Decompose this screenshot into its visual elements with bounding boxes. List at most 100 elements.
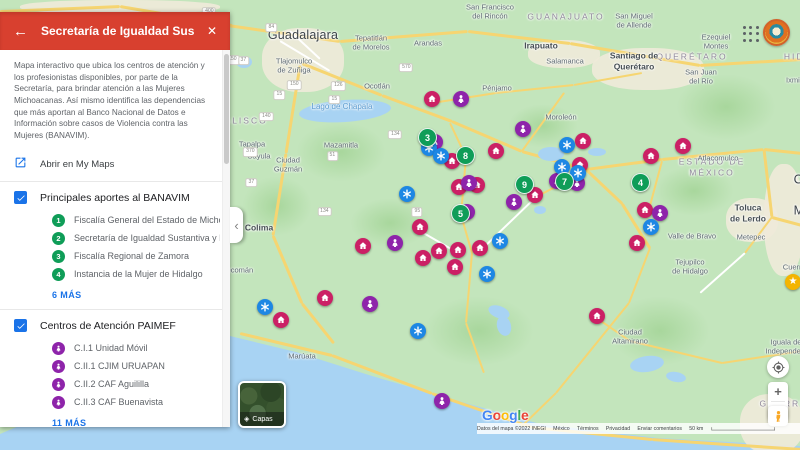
legend-item[interactable]: 1 Fiscalía General del Estado de Michoacá… [0, 211, 230, 229]
map-marker-house[interactable] [488, 143, 504, 159]
attribution-link[interactable]: Datos del mapa ©2022 INEGI [477, 426, 546, 432]
map-label: Arandas [414, 38, 442, 48]
attribution-link[interactable]: Términos [577, 426, 599, 432]
rank-badge-icon: 2 [52, 231, 65, 245]
map-marker-professional[interactable] [479, 266, 495, 282]
map-marker-house[interactable] [447, 259, 463, 275]
map-marker-house[interactable] [643, 148, 659, 164]
map-marker-rank[interactable]: 4 [631, 173, 650, 192]
layer-checkbox[interactable] [14, 191, 27, 205]
account-avatar[interactable] [763, 19, 790, 46]
collapse-panel-button[interactable]: ‹ [230, 207, 243, 243]
panel-header: ← Secretaría de Igualdad Sust... ✕ [0, 12, 230, 50]
attribution-link[interactable]: México [553, 426, 569, 432]
map-marker-rank[interactable]: 8 [456, 146, 475, 165]
map-marker-professional[interactable] [492, 233, 508, 249]
layers-overlay: ◈ Capas [240, 412, 284, 426]
road-shield: 84 [265, 22, 277, 33]
map-label: Valle de Bravo [667, 231, 717, 241]
external-link-icon [14, 156, 27, 172]
back-arrow-icon[interactable]: ← [13, 23, 28, 40]
zoom-in-button[interactable]: + [768, 382, 788, 401]
map-marker-rank[interactable]: 9 [515, 175, 534, 194]
map-label: Tejupilco de Hidalgo [672, 257, 708, 276]
legend-item[interactable]: C.I.1 Unidad Móvil [0, 339, 230, 357]
map-marker-house[interactable] [472, 240, 488, 256]
map-label: Ciudad Guzmán [273, 155, 303, 174]
map-marker-house[interactable] [637, 202, 653, 218]
road-shield: 140 [258, 111, 274, 122]
scale-bar [711, 426, 776, 431]
google-logo-letter: G [482, 407, 493, 423]
map-marker-house[interactable] [355, 238, 371, 254]
google-logo[interactable]: Google [482, 407, 529, 423]
map-marker-person[interactable] [453, 91, 469, 107]
map-marker-house[interactable] [412, 219, 428, 235]
map-marker-rank[interactable]: 7 [555, 172, 574, 191]
my-location-button[interactable] [767, 356, 789, 378]
map-marker-rank[interactable]: 5 [451, 204, 470, 223]
close-icon[interactable]: ✕ [207, 24, 217, 38]
map-marker-house[interactable] [317, 290, 333, 306]
map-marker-person[interactable] [461, 175, 477, 191]
apps-grid-icon[interactable] [741, 24, 761, 44]
legend-item-label: Fiscalía General del Estado de Michoacán [74, 215, 220, 226]
map-marker-person[interactable] [362, 296, 378, 312]
map-marker-professional[interactable] [433, 148, 449, 164]
map-marker-house[interactable] [675, 138, 691, 154]
map-marker-house[interactable] [450, 242, 466, 258]
map-marker-star[interactable]: ★ [785, 274, 800, 290]
scale-label: 50 km [689, 425, 704, 432]
map-marker-person[interactable] [506, 194, 522, 210]
attribution-link[interactable]: Privacidad [606, 426, 630, 432]
map-marker-professional[interactable] [257, 299, 273, 315]
map-marker-house[interactable] [431, 243, 447, 259]
map-marker-rank[interactable]: 3 [418, 128, 437, 147]
open-in-mymaps-link[interactable]: Abrir en My Maps [0, 149, 230, 181]
map-marker-person[interactable] [434, 393, 450, 409]
map-label: Atlacomulco [697, 153, 739, 163]
road-shield: 126 [331, 81, 346, 92]
scrollbar-thumb[interactable] [224, 54, 229, 164]
map-marker-person[interactable] [515, 121, 531, 137]
map-label: Ixmiquilpan [786, 75, 800, 85]
map-marker-professional[interactable] [643, 219, 659, 235]
map-marker-house[interactable] [589, 308, 605, 324]
map-marker-professional[interactable] [559, 137, 575, 153]
show-more-link[interactable]: 6 MÁS [0, 283, 230, 309]
road-shield: 15 [273, 90, 286, 100]
legend-section-title[interactable]: Centros de Atención PAIMEF [40, 320, 176, 332]
map-marker-professional[interactable] [399, 186, 415, 202]
map-marker-house[interactable] [575, 133, 591, 149]
map-label: QUERÉTARO [656, 51, 728, 62]
show-more-link[interactable]: 11 MÁS [0, 411, 230, 427]
legend-item[interactable]: 4 Instancia de la Mujer de Hidalgo [0, 265, 230, 283]
legend-item[interactable]: 3 Fiscalía Regional de Zamora [0, 247, 230, 265]
map-label: Pénjamo [482, 83, 512, 93]
map-label: Metepec [736, 232, 766, 242]
google-logo-letter: o [492, 407, 502, 423]
road-shield: 370 [243, 147, 258, 158]
map-label: Ezequiel Montes [701, 32, 731, 51]
map-marker-house[interactable] [273, 312, 289, 328]
legend-section-title[interactable]: Principales aportes al BANAVIM [40, 192, 190, 204]
map-marker-professional[interactable] [410, 323, 426, 339]
map-marker-person[interactable] [387, 235, 403, 251]
legend-item[interactable]: C.II.1 CJIM URUAPAN [0, 357, 230, 375]
legend-item[interactable]: C.II.3 CAF Buenavista [0, 393, 230, 411]
map-marker-house[interactable] [415, 250, 431, 266]
map-marker-house[interactable] [424, 91, 440, 107]
attribution-link[interactable]: Enviar comentarios [637, 426, 682, 432]
layers-icon: ◈ [244, 416, 250, 423]
layer-checkbox[interactable] [14, 319, 27, 333]
panel-scrollbar[interactable] [222, 50, 230, 427]
map-marker-person[interactable] [652, 205, 668, 221]
legend-item[interactable]: 2 Secretaría de Igualdad Sustantiva y Des… [0, 229, 230, 247]
legend-item[interactable]: C.II.2 CAF Aguililla [0, 375, 230, 393]
legend-item-label: Instancia de la Mujer de Hidalgo [74, 269, 203, 280]
legend-sections: Principales aportes al BANAVIM 1 Fiscalía … [0, 181, 230, 427]
layers-button[interactable]: ◈ Capas [238, 381, 286, 428]
map-marker-house[interactable] [629, 235, 645, 251]
rank-badge-icon: 1 [52, 213, 65, 227]
person-marker-icon [52, 395, 65, 409]
